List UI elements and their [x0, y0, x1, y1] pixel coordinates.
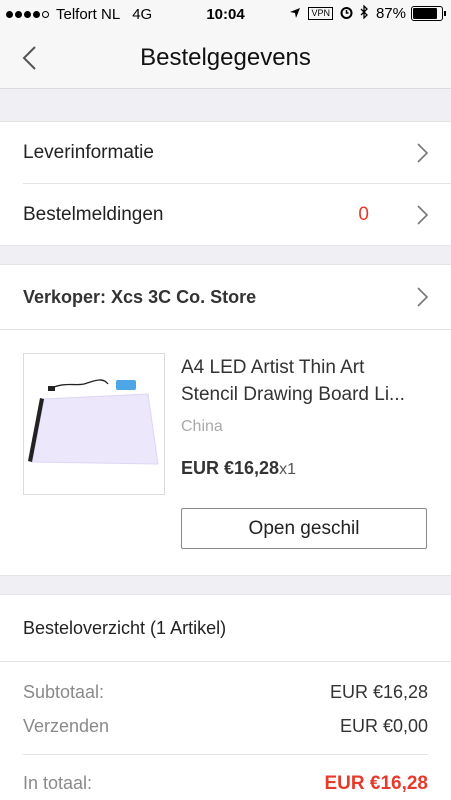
vpn-badge: VPN: [308, 7, 333, 20]
status-right: VPN 87%: [289, 4, 446, 22]
order-overview-title: Besteloverzicht (1 Artikel): [23, 618, 227, 638]
row-delivery-info[interactable]: Leverinformatie: [0, 122, 451, 183]
page-title: Bestelgegevens: [140, 44, 311, 71]
subtotal-label: Subtotaal:: [23, 682, 105, 702]
battery-percent: 87%: [375, 5, 406, 22]
shipping-value: EUR €0,00: [339, 716, 428, 736]
section-spacer: [0, 246, 451, 264]
price-amount: EUR €16,28: [181, 458, 280, 478]
total-value: EUR €16,28: [324, 773, 428, 794]
battery-icon: [411, 6, 446, 21]
navigation-bar: Bestelgegevens: [0, 30, 451, 89]
section-spacer: [0, 576, 451, 594]
product-origin: China: [181, 418, 223, 435]
product-thumbnail[interactable]: [23, 353, 165, 495]
location-arrow-icon: [289, 6, 301, 22]
product-price: EUR €16,28x1: [181, 458, 296, 479]
divider: [0, 594, 451, 595]
bluetooth-icon: [360, 4, 369, 22]
row-label: Bestelmeldingen: [23, 204, 164, 225]
divider: [0, 329, 451, 330]
notification-count: 0: [358, 204, 369, 225]
shipping-label: Verzenden: [23, 716, 110, 736]
open-dispute-button[interactable]: Open geschil: [181, 508, 427, 549]
product-title[interactable]: A4 LED Artist Thin Art Stencil Drawing B…: [181, 354, 431, 408]
status-bar: Telfort NL 4G 10:04 VPN 87%: [0, 0, 451, 30]
chevron-right-icon: [417, 287, 429, 307]
chevron-right-icon: [417, 205, 429, 225]
section-spacer: [0, 89, 451, 122]
product-title-line: A4 LED Artist Thin Art: [181, 357, 365, 378]
seller-row[interactable]: Verkoper: Xcs 3C Co. Store: [0, 265, 451, 329]
quantity: x1: [279, 461, 296, 478]
subtotal-value: EUR €16,28: [329, 682, 428, 702]
alarm-icon: [340, 6, 353, 22]
seller-name: Verkoper: Xcs 3C Co. Store: [23, 287, 257, 307]
divider: [23, 754, 428, 755]
battery-level: [413, 8, 438, 19]
row-order-notifications[interactable]: Bestelmeldingen 0: [0, 184, 451, 245]
total-label: In totaal:: [23, 773, 93, 793]
row-label: Leverinformatie: [23, 142, 154, 163]
chevron-right-icon: [417, 143, 429, 163]
product-title-line: Stencil Drawing Board Li...: [181, 384, 405, 405]
divider: [0, 661, 451, 662]
product-image: [24, 354, 164, 494]
